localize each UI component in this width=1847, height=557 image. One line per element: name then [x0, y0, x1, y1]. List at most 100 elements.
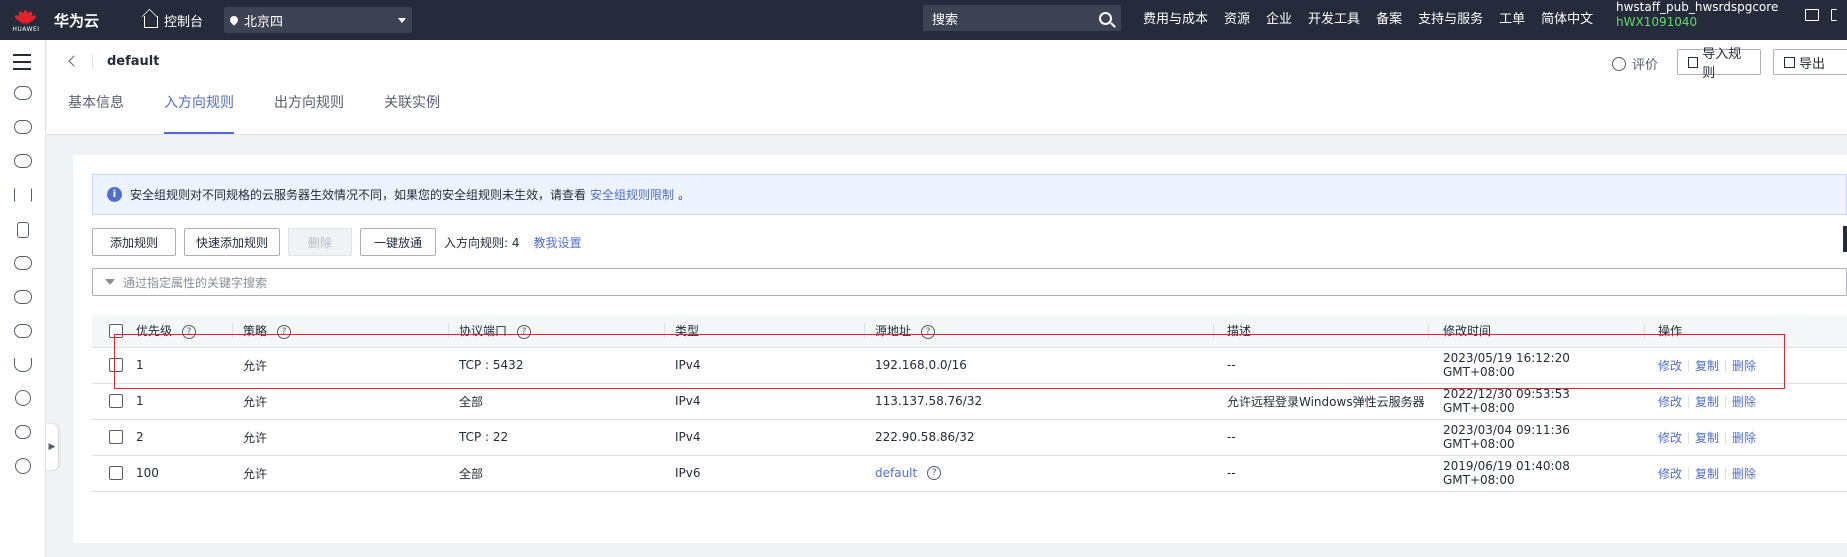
row-checkbox[interactable] [109, 466, 123, 481]
type-cell: IPv4 [675, 394, 701, 408]
delete-button[interactable]: 删除 [288, 228, 352, 256]
nav-resources[interactable]: 资源 [1224, 8, 1250, 27]
security-group-limit-link[interactable]: 安全组规则限制 [590, 186, 674, 203]
modify-link[interactable]: 修改 [1658, 395, 1682, 409]
tab-outbound-rules[interactable]: 出方向规则 [274, 90, 344, 134]
header-type: 类型 [665, 315, 865, 348]
network-icon[interactable] [14, 188, 32, 202]
cluster-icon[interactable] [15, 425, 31, 439]
ip-icon[interactable] [15, 390, 31, 406]
delete-link[interactable]: 删除 [1732, 395, 1756, 409]
help-icon[interactable]: ? [517, 324, 532, 339]
anchor-icon[interactable] [14, 358, 32, 372]
help-link[interactable]: 教我设置 [534, 234, 582, 251]
modify-link[interactable]: 修改 [1658, 359, 1682, 373]
rate-button[interactable]: 评价 [1612, 54, 1658, 73]
header-operations: 操作 [1645, 315, 1847, 348]
modified-time-cell: 2023/05/19 16:12:20 GMT+08:00 [1443, 351, 1570, 379]
globe-icon[interactable] [15, 458, 31, 474]
priority-cell: 2 [136, 430, 144, 444]
nav-enterprise[interactable]: 企业 [1266, 8, 1292, 27]
table-row: 1 允许 TCP : 5432 IPv4 192.168.0.0/16 -- 2… [92, 347, 1847, 384]
inbound-rules-table: 优先级? 策略? 协议端口? 类型 源地址? 描述 修改时间 操作 1 允许 T… [92, 315, 1847, 492]
modify-link[interactable]: 修改 [1658, 467, 1682, 481]
select-all-checkbox[interactable] [109, 324, 123, 338]
huawei-logo[interactable]: HUAWEI [0, 0, 52, 40]
copy-link[interactable]: 复制 [1695, 467, 1719, 481]
delete-link[interactable]: 删除 [1732, 431, 1756, 445]
cloud-icon[interactable] [14, 256, 32, 270]
page-title: default [107, 54, 160, 69]
table-header-row: 优先级? 策略? 协议端口? 类型 源地址? 描述 修改时间 操作 [92, 315, 1847, 348]
logo-text: HUAWEI [12, 25, 40, 33]
delete-link[interactable]: 删除 [1732, 467, 1756, 481]
description-cell: -- [1227, 466, 1236, 480]
brand-name[interactable]: 华为云 [54, 10, 144, 31]
global-search-input[interactable]: 搜索 [923, 5, 1121, 31]
port-cell: TCP : 5432 [459, 358, 524, 372]
chevron-down-icon [398, 17, 406, 23]
tab-associated-instances[interactable]: 关联实例 [384, 90, 440, 134]
back-arrow-icon[interactable] [68, 55, 80, 67]
table-row: 1 允许 全部 IPv4 113.137.58.76/32 允许远程登录Wind… [92, 383, 1847, 420]
user-name: hwstaff_pub_hwsrdspgcore [1616, 0, 1779, 14]
modified-time-cell: 2022/12/30 09:53:53 GMT+08:00 [1443, 387, 1570, 415]
copy-link[interactable]: 复制 [1695, 395, 1719, 409]
help-icon[interactable]: ? [921, 324, 936, 339]
cloud-sync-icon[interactable] [14, 324, 32, 338]
delete-link[interactable]: 删除 [1732, 359, 1756, 373]
user-account[interactable]: hwstaff_pub_hwsrdspgcore hWX1091040 [1616, 0, 1778, 30]
cloud-service-icon[interactable] [14, 120, 32, 134]
cart-icon[interactable] [1831, 9, 1837, 21]
header-source: 源地址? [865, 315, 1214, 348]
add-rule-button[interactable]: 添加规则 [92, 228, 176, 256]
tab-basic-info[interactable]: 基本信息 [68, 90, 124, 134]
nav-devtools[interactable]: 开发工具 [1308, 8, 1360, 27]
cloud-server-icon[interactable] [14, 86, 32, 100]
nav-tickets[interactable]: 工单 [1499, 8, 1525, 27]
home-icon [144, 16, 158, 28]
row-checkbox[interactable] [109, 394, 123, 409]
source-link[interactable]: default [875, 466, 917, 480]
port-cell: 全部 [459, 466, 484, 481]
description-cell: -- [1227, 358, 1236, 372]
filter-search-input[interactable]: 通过指定属性的关键字搜索 [92, 268, 1847, 296]
import-rules-button[interactable]: 导入规则 [1677, 47, 1761, 81]
source-cell: 113.137.58.76/32 [875, 394, 983, 408]
copy-link[interactable]: 复制 [1695, 359, 1719, 373]
one-click-allow-button[interactable]: 一键放通 [360, 228, 436, 256]
scrollbar-handle[interactable] [1843, 226, 1847, 252]
help-icon[interactable]: ? [277, 324, 292, 339]
menu-icon[interactable] [13, 54, 31, 75]
quick-add-rule-button[interactable]: 快速添加规则 [184, 228, 280, 256]
nav-support[interactable]: 支持与服务 [1418, 8, 1483, 27]
nav-language[interactable]: 简体中文 [1541, 8, 1593, 27]
filter-icon [105, 279, 115, 285]
row-checkbox[interactable] [109, 358, 123, 373]
select-all-header [92, 315, 125, 348]
storage-icon[interactable] [14, 154, 32, 168]
copy-link[interactable]: 复制 [1695, 431, 1719, 445]
nav-cost[interactable]: 费用与成本 [1143, 8, 1208, 27]
console-link[interactable]: 控制台 [144, 11, 224, 30]
nav-icp[interactable]: 备案 [1376, 8, 1402, 27]
type-cell: IPv4 [675, 358, 701, 372]
row-checkbox[interactable] [109, 430, 123, 445]
export-rules-button[interactable]: 导出 [1773, 49, 1847, 75]
modified-time-cell: 2023/03/04 09:11:36 GMT+08:00 [1443, 423, 1570, 451]
priority-cell: 1 [136, 394, 144, 408]
help-icon[interactable]: ? [182, 324, 197, 339]
filter-placeholder: 通过指定属性的关键字搜索 [123, 275, 268, 290]
help-icon[interactable]: ? [927, 466, 942, 481]
header-modified-time: 修改时间 [1429, 315, 1645, 348]
database-icon[interactable] [17, 222, 29, 238]
cloud-upload-icon[interactable] [14, 290, 32, 304]
region-selector[interactable]: 北京四 [224, 7, 412, 33]
sidebar-expand-toggle[interactable]: ▶ [46, 424, 58, 470]
cloud-shell-icon[interactable] [1805, 9, 1819, 21]
top-right-icons [1805, 9, 1837, 21]
detail-tabs: 基本信息 入方向规则 出方向规则 关联实例 [68, 90, 480, 136]
tab-inbound-rules[interactable]: 入方向规则 [164, 90, 234, 134]
search-icon[interactable] [1099, 11, 1112, 25]
modify-link[interactable]: 修改 [1658, 431, 1682, 445]
